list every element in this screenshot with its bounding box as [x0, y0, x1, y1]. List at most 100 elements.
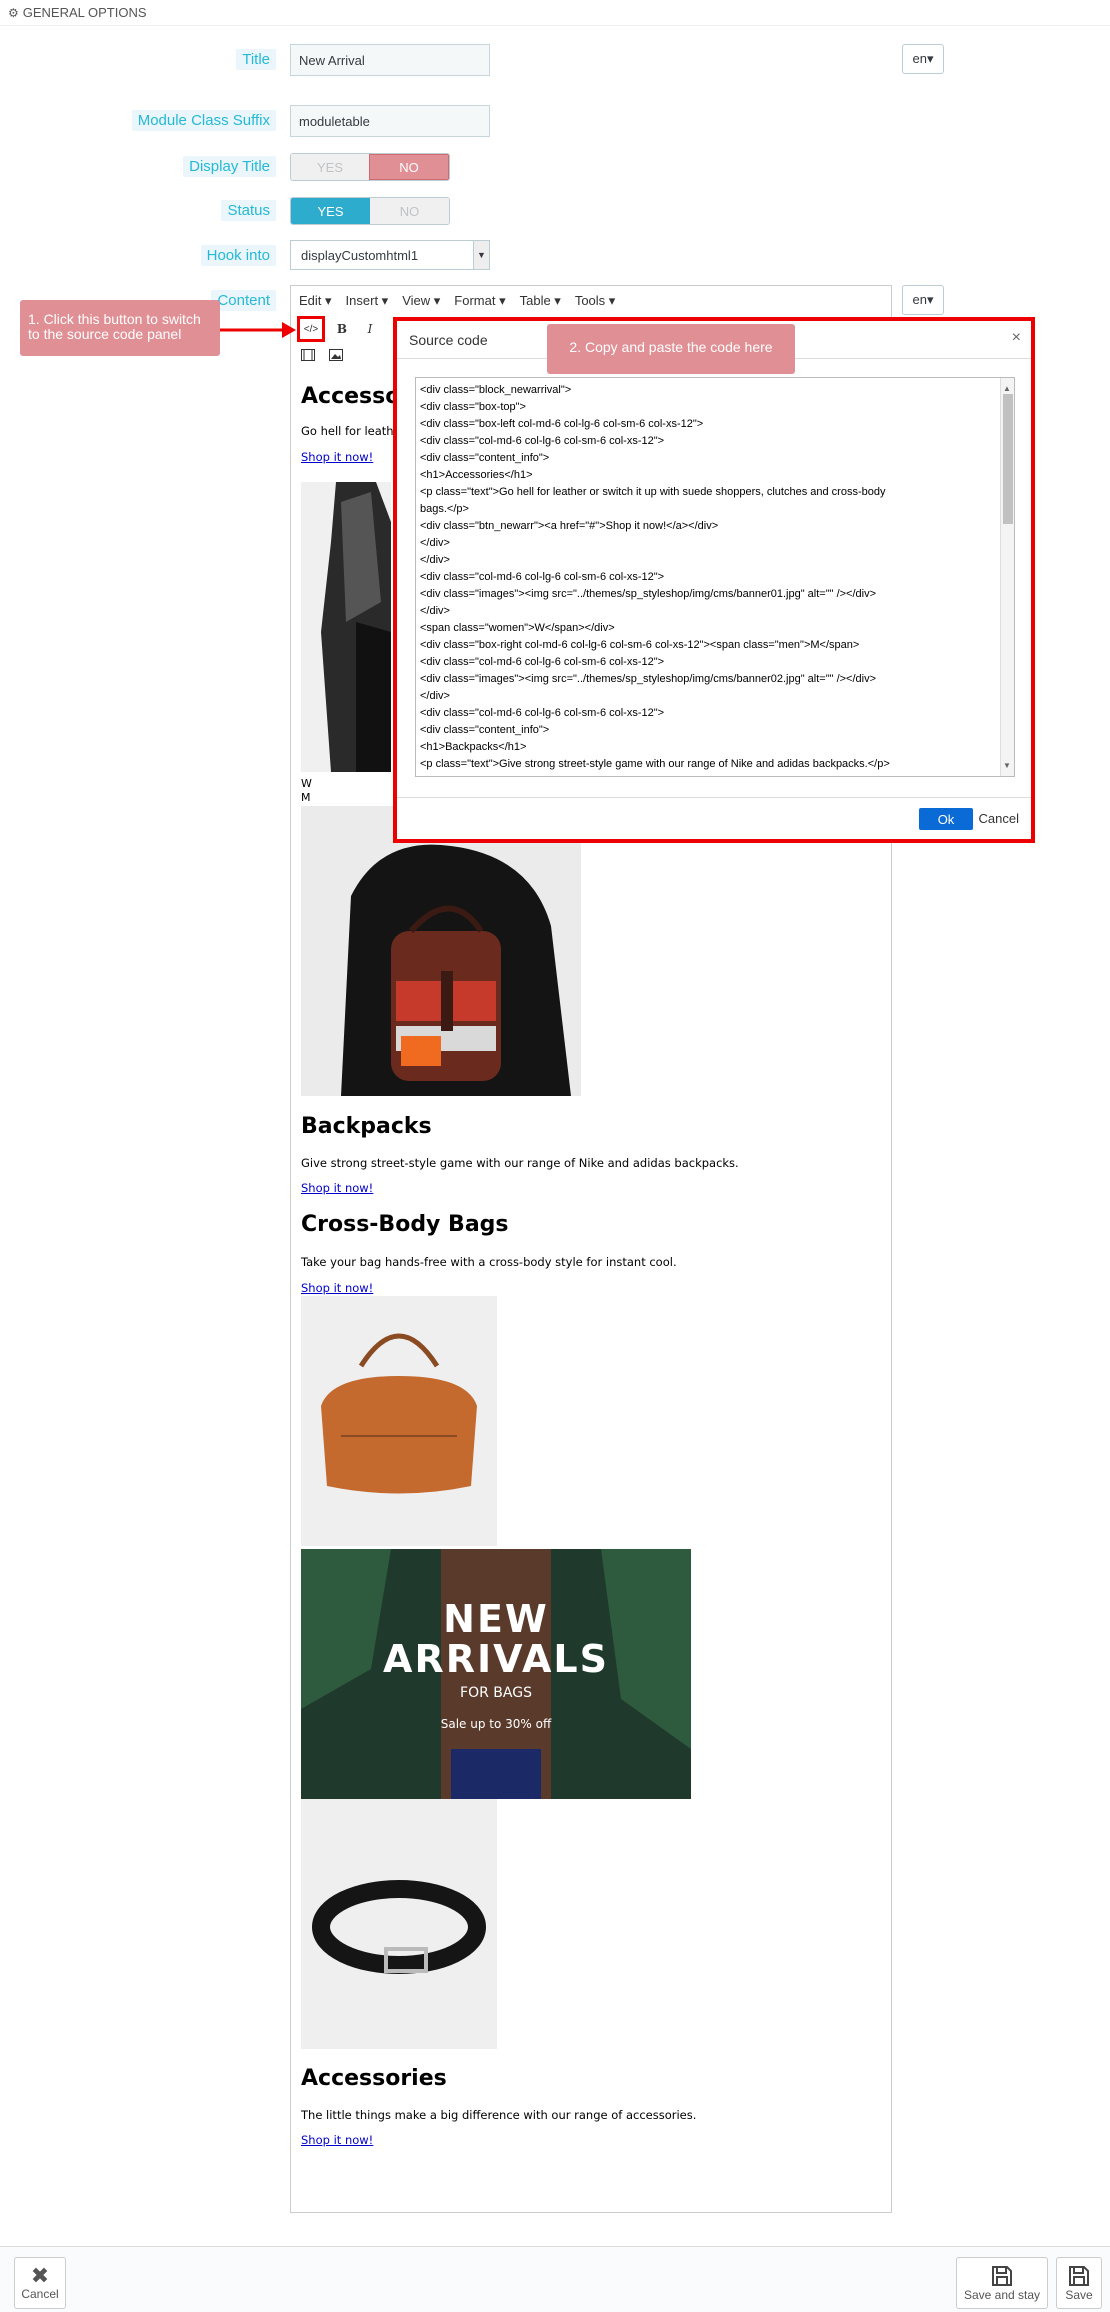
display-title-no[interactable]: NO [369, 154, 449, 180]
code-line: <div class="content_info"> [420, 724, 550, 736]
chevron-down-icon[interactable]: ▼ [473, 241, 489, 269]
save-label: Save [1065, 2288, 1093, 2302]
code-line: <div class="box-right col-md-6 col-lg-6 … [420, 639, 860, 651]
code-line: <div class="col-md-6 col-lg-6 col-sm-6 c… [420, 571, 665, 583]
code-line: <div class="images"><img src="../themes/… [420, 588, 877, 600]
backpack-image [301, 806, 581, 1096]
banner-title-new: NEW [443, 1597, 549, 1641]
media-icon[interactable] [297, 344, 319, 366]
shop-link-2[interactable]: Shop it now! [301, 1181, 373, 1195]
code-line: <div class="content_info"> [420, 452, 550, 464]
save-icon [1069, 2266, 1089, 2286]
heading-backpacks: Backpacks [301, 1114, 432, 1139]
cancel-button[interactable]: ✖ Cancel [14, 2257, 66, 2309]
source-code-textarea[interactable]: <div class="block_newarrival"> <div class… [415, 377, 1015, 777]
save-button[interactable]: Save [1056, 2257, 1102, 2309]
display-title-yes[interactable]: YES [291, 154, 369, 180]
dialog-footer: Ok Cancel [397, 797, 1031, 839]
code-line: </div> [420, 605, 450, 617]
banner-subtitle: FOR BAGS [460, 1685, 532, 1701]
shop-link-1[interactable]: Shop it now! [301, 450, 373, 464]
code-line: <span class="women">W</span></div> [420, 622, 615, 634]
code-line: <div class="col-md-6 col-lg-6 col-sm-6 c… [420, 435, 665, 447]
code-line: <h1>Backpacks</h1> [420, 741, 527, 753]
hook-into-value: displayCustomhtml1 [301, 247, 419, 263]
menu-tools[interactable]: Tools ▾ [575, 293, 616, 309]
cancel-label: Cancel [21, 2287, 59, 2301]
banner-title-arrivals: ARRIVALS [383, 1637, 609, 1681]
code-line: <div class="btn_newarr"><a href="#">Shop… [420, 520, 719, 532]
title-input[interactable]: New Arrival [290, 44, 490, 76]
code-line: <div class="box-top"> [420, 401, 526, 413]
code-line: <p class="text">Go hell for leather or s… [420, 486, 886, 498]
italic-button[interactable]: I [359, 318, 381, 340]
hook-into-select[interactable]: displayCustomhtml1 ▼ [290, 240, 490, 270]
save-and-stay-label: Save and stay [963, 2288, 1041, 2302]
code-line: <p class="text">Give strong street-style… [420, 758, 890, 770]
code-line: </div> [420, 554, 450, 566]
shop-link-4[interactable]: Shop it now! [301, 2133, 373, 2147]
men-label: M [301, 791, 311, 804]
code-line: </div> [420, 690, 450, 702]
panel-title: GENERAL OPTIONS [22, 5, 147, 20]
display-title-toggle[interactable]: YES NO [290, 153, 450, 181]
menu-insert[interactable]: Insert ▾ [346, 293, 389, 309]
callout-step-2: 2. Copy and paste the code here [547, 324, 795, 374]
status-label: Status [221, 200, 276, 221]
close-icon[interactable]: × [1012, 329, 1021, 347]
module-class-suffix-label: Module Class Suffix [131, 110, 276, 131]
title-label: Title [236, 49, 276, 70]
source-code-button[interactable]: </> [297, 316, 325, 342]
dialog-cancel-button[interactable]: Cancel [979, 811, 1019, 826]
ok-button[interactable]: Ok [919, 808, 973, 830]
code-line: <div class="images"><img src="../themes/… [420, 673, 877, 685]
shop-link-3[interactable]: Shop it now! [301, 1281, 373, 1295]
scrollbar[interactable]: ▲ ▼ [1000, 378, 1014, 776]
status-yes[interactable]: YES [291, 198, 370, 224]
content-label: Content [211, 290, 276, 311]
menu-view[interactable]: View ▾ [402, 293, 440, 309]
title-language-select[interactable]: en▾ [902, 44, 944, 74]
code-line: <div class="col-md-6 col-lg-6 col-sm-6 c… [420, 656, 665, 668]
text-accessories: Go hell for leath [301, 424, 394, 438]
heading-accessories-2: Accessories [301, 2066, 447, 2091]
panel-header: ⚙ GENERAL OPTIONS [0, 0, 1110, 26]
bold-button[interactable]: B [331, 318, 353, 340]
heading-accessories: Accesso [301, 384, 401, 409]
menu-format[interactable]: Format ▾ [454, 293, 505, 309]
banner-sale: Sale up to 30% off [440, 1717, 552, 1731]
heading-cross-body-bags: Cross-Body Bags [301, 1212, 509, 1237]
dialog-title: Source code [409, 331, 488, 348]
hook-into-label: Hook into [200, 245, 276, 266]
image-icon[interactable] [325, 344, 347, 366]
text-cross-body-bags: Take your bag hands-free with a cross-bo… [301, 1255, 677, 1269]
arrow-icon [220, 322, 296, 338]
text-backpacks: Give strong street-style game with our r… [301, 1156, 739, 1170]
scroll-down-icon[interactable]: ▼ [1003, 757, 1011, 774]
scrollbar-thumb[interactable] [1003, 394, 1013, 524]
save-and-stay-button[interactable]: Save and stay [956, 2257, 1048, 2309]
status-no[interactable]: NO [370, 198, 449, 224]
source-code-dialog: Source code × 2. Copy and paste the code… [393, 317, 1035, 843]
text-accessories-2: The little things make a big difference … [301, 2108, 697, 2122]
save-icon [992, 2266, 1012, 2286]
code-line: </div> [420, 537, 450, 549]
belt-image [301, 1799, 497, 2049]
code-line: <div class="block_newarrival"> [420, 384, 572, 396]
women-label: W [301, 777, 312, 790]
code-line: <h1>Accessories</h1> [420, 469, 533, 481]
menu-table[interactable]: Table ▾ [520, 293, 561, 309]
callout-step-1: 1. Click this button to switch to the so… [20, 300, 220, 356]
code-line: bags.</p> [420, 503, 469, 515]
display-title-label: Display Title [183, 156, 276, 177]
menu-edit[interactable]: Edit ▾ [299, 293, 332, 309]
footer-bar: ✖ Cancel Save and stay Save [0, 2246, 1110, 2312]
content-language-select[interactable]: en▾ [902, 285, 944, 315]
close-icon: ✖ [30, 2263, 50, 2288]
gears-icon: ⚙ [8, 5, 19, 20]
module-class-suffix-input[interactable]: moduletable [290, 105, 490, 137]
code-line: <div class="col-md-6 col-lg-6 col-sm-6 c… [420, 707, 665, 719]
code-line: <div class="box-left col-md-6 col-lg-6 c… [420, 418, 704, 430]
status-toggle[interactable]: YES NO [290, 197, 450, 225]
new-arrivals-banner: NEW ARRIVALS FOR BAGS Sale up to 30% off [301, 1549, 691, 1799]
